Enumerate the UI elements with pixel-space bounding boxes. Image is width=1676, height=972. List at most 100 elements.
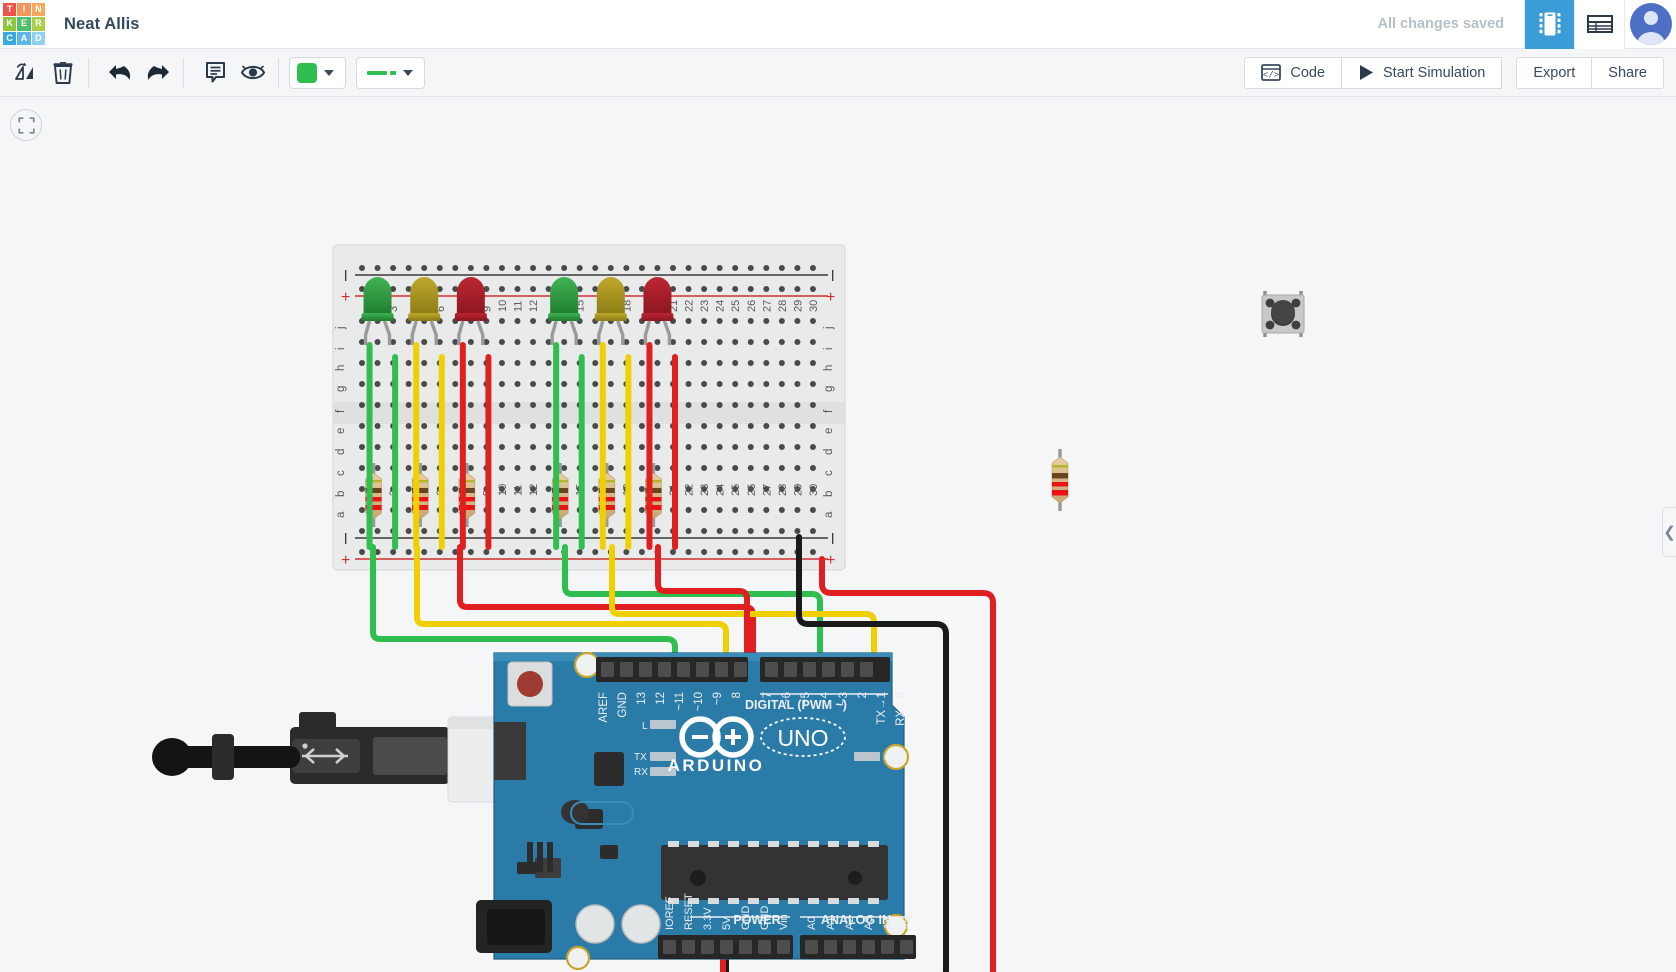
digital-pin-label: GND xyxy=(617,692,629,718)
breadboard-column-label: 10 xyxy=(497,484,509,496)
eye-icon xyxy=(240,61,266,84)
breadboard[interactable]: l + l + l + l + xyxy=(333,245,845,570)
breadboard-column-label: 27 xyxy=(761,300,773,312)
digital-pin-label: AREF xyxy=(598,692,610,723)
power-pin-label: IOREF xyxy=(664,896,676,930)
breadboard-column-label: 11 xyxy=(513,485,525,496)
circuit-canvas[interactable]: ❮ xyxy=(0,97,1676,972)
arduino-uno-board[interactable]: AREFGND1312~11~10~98 7~6~54~32TX→1RX←0 D… xyxy=(476,653,916,969)
svg-text:j: j xyxy=(823,326,835,330)
svg-text:i: i xyxy=(335,347,347,350)
breadboard-column-label: 22 xyxy=(684,300,696,312)
start-simulation-label: Start Simulation xyxy=(1383,65,1485,81)
unplaced-resistor[interactable] xyxy=(1052,449,1068,511)
breadboard-column-label: 30 xyxy=(808,300,820,312)
mounting-hole xyxy=(575,653,599,677)
visibility-button[interactable] xyxy=(234,54,272,92)
svg-text:g: g xyxy=(335,386,347,392)
analog-header[interactable] xyxy=(800,935,916,959)
usb-cable[interactable] xyxy=(152,712,552,810)
toolbar-divider-2 xyxy=(183,58,184,88)
component-list-icon xyxy=(1587,13,1613,35)
svg-text:e: e xyxy=(823,428,835,434)
wire-color-picker[interactable] xyxy=(289,57,346,89)
code-button[interactable]: </> Code xyxy=(1244,57,1342,89)
wire-style-picker[interactable] xyxy=(356,57,425,89)
power-pin-label: 5V xyxy=(721,916,733,930)
breadboard-column-label: 25 xyxy=(730,300,742,312)
tinkercad-circuits-app: T I N K E R C A D Neat Allis All changes… xyxy=(0,0,1676,972)
crystal xyxy=(594,752,624,786)
logo-tile-d: D xyxy=(32,32,45,45)
undo-button[interactable] xyxy=(101,54,139,92)
arduino-brand: ARDUINO xyxy=(668,756,765,775)
digital-header-right[interactable] xyxy=(760,657,890,682)
svg-text:c: c xyxy=(335,470,347,476)
logo-tile-r: R xyxy=(32,17,45,30)
breadboard-column-label: 27 xyxy=(761,484,773,496)
logo-tile-t: T xyxy=(3,3,16,16)
export-button[interactable]: Export xyxy=(1516,57,1592,89)
svg-text:RX: RX xyxy=(634,767,648,778)
wire-color-swatch xyxy=(297,63,317,83)
toolbar-actions: </> Code Start Simulation Export Share xyxy=(1244,57,1676,89)
power-pin-label: 3.3V xyxy=(702,907,714,930)
svg-text:i: i xyxy=(823,347,835,350)
svg-text:l: l xyxy=(344,531,347,548)
share-button[interactable]: Share xyxy=(1591,57,1664,89)
digital-header-left[interactable] xyxy=(596,657,748,682)
start-simulation-button[interactable]: Start Simulation xyxy=(1341,57,1502,89)
svg-text:b: b xyxy=(823,491,835,497)
toolbar-divider-3 xyxy=(278,58,279,88)
component-list-button[interactable] xyxy=(1574,0,1624,49)
note-button[interactable] xyxy=(196,54,234,92)
breadboard-column-label: 24 xyxy=(715,484,727,496)
editor-toolbar: </> Code Start Simulation Export Share xyxy=(0,49,1676,97)
arduino-model: UNO xyxy=(777,725,828,751)
save-status: All changes saved xyxy=(1377,16,1504,32)
redo-button[interactable] xyxy=(139,54,177,92)
digital-pin-label: 8 xyxy=(731,692,743,698)
svg-text:a: a xyxy=(823,511,835,518)
breadboard-column-label: 12 xyxy=(528,300,540,312)
svg-text:l: l xyxy=(831,268,834,285)
svg-text:ON: ON xyxy=(884,753,899,764)
toolbar-view-group xyxy=(190,49,272,97)
delete-button[interactable] xyxy=(44,54,82,92)
logo-tile-e: E xyxy=(17,17,30,30)
breadboard-column-label: 28 xyxy=(777,484,789,496)
rotate-button[interactable] xyxy=(6,54,44,92)
svg-text:e: e xyxy=(335,428,347,434)
note-comment-icon xyxy=(205,61,226,84)
breadboard-column-label: 26 xyxy=(746,300,758,312)
capacitor xyxy=(622,905,660,943)
logo-tile-a: A xyxy=(17,32,30,45)
reset-button[interactable] xyxy=(508,662,552,706)
svg-text:a: a xyxy=(335,511,347,518)
user-avatar-icon xyxy=(1630,3,1672,45)
undo-arrow-icon xyxy=(107,62,133,84)
breadboard-column-label: 26 xyxy=(746,484,758,496)
logo-tile-c: C xyxy=(3,32,16,45)
tinkercad-logo[interactable]: T I N K E R C A D xyxy=(3,3,45,45)
components-panel-button[interactable] xyxy=(1524,0,1574,49)
chevron-down-icon xyxy=(324,70,334,76)
trash-icon xyxy=(53,61,73,84)
power-header[interactable] xyxy=(658,935,793,959)
breadboard-icon xyxy=(1539,11,1561,37)
digital-pin-label: ~9 xyxy=(712,692,724,705)
breadboard-column-label: 23 xyxy=(699,484,711,496)
svg-text:d: d xyxy=(335,449,347,455)
export-label: Export xyxy=(1533,65,1575,81)
document-title[interactable]: Neat Allis xyxy=(64,15,140,34)
breadboard-column-label: 11 xyxy=(513,301,525,312)
svg-text:l: l xyxy=(344,268,347,285)
play-icon xyxy=(1358,64,1374,81)
microcontroller-chip xyxy=(661,841,888,904)
logo-tile-n: N xyxy=(32,3,45,16)
svg-text:+: + xyxy=(826,289,835,306)
breadboard-column-label: 12 xyxy=(528,484,540,496)
unplaced-pushbutton[interactable] xyxy=(1262,291,1304,337)
circuit-scene: l + l + l + l + xyxy=(0,97,1676,972)
user-account-button[interactable] xyxy=(1624,0,1676,49)
